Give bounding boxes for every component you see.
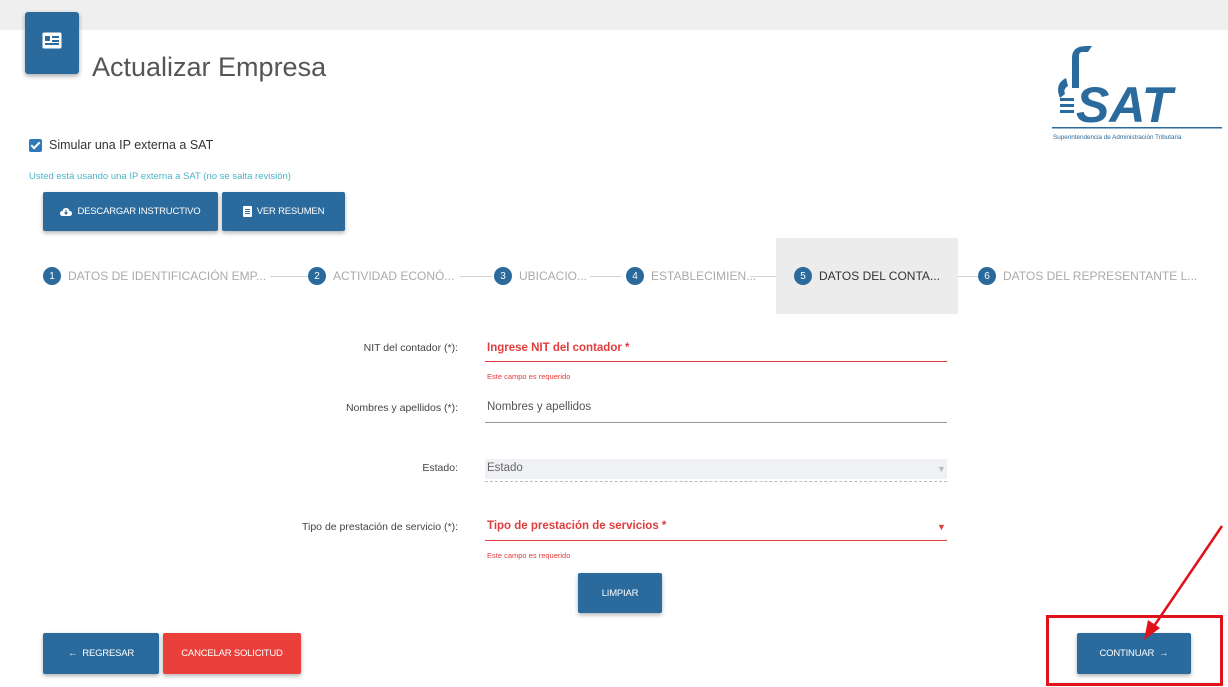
ip-note: Usted está usando una IP externa a SAT (… [29,171,291,182]
cloud-download-icon [60,207,73,216]
simulate-ip-checkbox[interactable] [29,138,42,152]
logo-text: SAT [1076,77,1177,133]
logo-subtitle: Superintendencia de Administración Tribu… [1053,134,1182,141]
simulate-ip-row[interactable]: Simular una IP externa a SAT [29,138,213,152]
continue-highlight-box [1046,615,1223,686]
step-1[interactable]: 1 DATOS DE IDENTIFICACIÓN EMP... [43,238,266,314]
step-4-label: ESTABLECIMIEN... [651,269,757,283]
cancel-request-button[interactable]: CANCELAR SOLICITUD [163,633,301,674]
back-button[interactable]: ← REGRESAR [43,633,159,674]
sat-logo: SAT Superintendencia de Administración T… [1052,46,1222,141]
service-error: Este campo es requerido [487,551,571,560]
download-instructions-label: DESCARGAR INSTRUCTIVO [77,206,201,217]
document-icon [242,206,252,217]
step-1-label: DATOS DE IDENTIFICACIÓN EMP... [68,269,267,283]
nit-label: NIT del contador (*): [363,342,458,354]
back-label: REGRESAR [82,648,135,659]
step-connector [270,276,308,277]
nit-error: Este campo es requerido [487,372,571,381]
step-5-number: 5 [794,267,812,285]
step-6-label: DATOS DEL REPRESENTANTE L... [1003,269,1198,283]
service-label: Tipo de prestación de servicio (*): [301,521,458,533]
service-select[interactable]: Tipo de prestación de servicios * [487,520,666,532]
contact-card-icon [25,12,79,74]
step-5[interactable]: 5 DATOS DEL CONTA... [776,238,958,314]
step-4-number: 4 [626,267,644,285]
step-connector [958,276,978,277]
top-bar [0,0,1228,30]
step-6[interactable]: 6 DATOS DEL REPRESENTANTE L... [978,238,1197,314]
simulate-ip-label: Simular una IP externa a SAT [49,138,214,152]
nit-input[interactable]: Ingrese NIT del contador * [487,342,630,354]
view-summary-button[interactable]: VER RESUMEN [222,192,345,231]
state-underline [485,481,947,482]
clear-button[interactable]: LIMPIAR [578,573,662,613]
nit-underline [485,361,947,362]
state-select [485,459,947,479]
step-2-number: 2 [308,267,326,285]
chevron-down-icon[interactable]: ▼ [937,522,946,532]
service-underline [485,540,947,541]
page-title: Actualizar Empresa [92,52,327,82]
names-underline [485,422,947,423]
state-value: Estado [487,462,523,474]
chevron-down-icon: ▼ [937,464,946,474]
step-5-label: DATOS DEL CONTA... [819,269,940,283]
step-1-number: 1 [43,267,61,285]
step-2[interactable]: 2 ACTIVIDAD ECONÓ... [308,238,454,314]
arrow-left-icon: ← [67,648,78,659]
view-summary-label: VER RESUMEN [256,206,325,217]
step-3[interactable]: 3 UBICACIO... [494,238,587,314]
step-3-label: UBICACIO... [519,269,588,283]
names-label: Nombres y apellidos (*): [345,402,458,414]
step-6-number: 6 [978,267,996,285]
step-connector [460,276,492,277]
step-connector [590,276,622,277]
download-instructions-button[interactable]: DESCARGAR INSTRUCTIVO [43,192,218,231]
state-label: Estado: [422,462,458,474]
step-2-label: ACTIVIDAD ECONÓ... [333,269,455,283]
step-3-number: 3 [494,267,512,285]
names-input[interactable]: Nombres y apellidos [487,401,591,413]
step-4[interactable]: 4 ESTABLECIMIEN... [626,238,756,314]
stepper: 1 DATOS DE IDENTIFICACIÓN EMP... 2 ACTIV… [30,238,1228,318]
